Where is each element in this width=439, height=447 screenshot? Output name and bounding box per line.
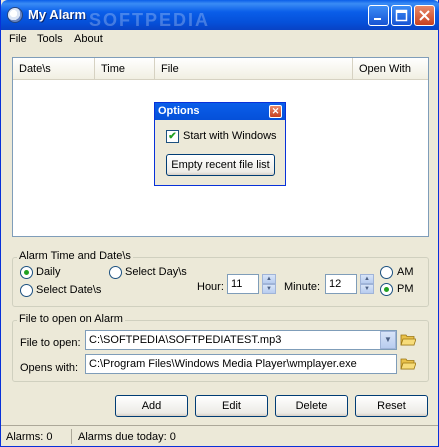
alarms-count: Alarms: 0	[6, 431, 53, 443]
pm-label: PM	[397, 283, 414, 295]
minute-label: Minute:	[284, 281, 321, 293]
add-button[interactable]: Add	[115, 395, 188, 417]
menu-about[interactable]: About	[74, 33, 103, 45]
column-file[interactable]: File	[155, 58, 353, 80]
alarm-time-group-title: Alarm Time and Date\s	[17, 250, 133, 262]
hour-spinner[interactable]: ▲ ▼	[262, 274, 276, 294]
close-icon	[419, 10, 430, 21]
select-days-radio[interactable]	[109, 266, 122, 279]
main-window: My Alarm SOFTPEDIA File Tools About Date…	[0, 0, 439, 447]
minimize-icon	[374, 18, 381, 20]
maximize-icon	[395, 9, 408, 22]
folder-open-icon-2[interactable]	[400, 357, 416, 370]
options-title-bar[interactable]: Options ✕	[155, 103, 285, 120]
select-days-label: Select Day\s	[125, 266, 187, 278]
maximize-button[interactable]	[391, 5, 412, 26]
minute-down-icon[interactable]: ▼	[360, 284, 374, 294]
pm-radio[interactable]	[380, 283, 393, 296]
options-dialog: Options ✕ ✔ Start with Windows Empty rec…	[154, 102, 286, 186]
file-to-open-value: C:\SOFTPEDIA\SOFTPEDIATEST.mp3	[89, 334, 282, 346]
folder-open-icon[interactable]	[400, 333, 416, 346]
title-bar[interactable]: My Alarm SOFTPEDIA	[1, 0, 439, 30]
reset-button[interactable]: Reset	[355, 395, 428, 417]
options-title: Options	[158, 105, 200, 117]
file-group-title: File to open on Alarm	[17, 313, 125, 325]
start-with-windows-label: Start with Windows	[183, 130, 277, 142]
menu-file[interactable]: File	[9, 33, 27, 45]
opens-with-label: Opens with:	[20, 362, 79, 374]
minimize-button[interactable]	[368, 5, 389, 26]
chevron-down-icon: ▼	[384, 335, 392, 344]
daily-label: Daily	[36, 266, 61, 278]
select-dates-label: Select Date\s	[36, 284, 102, 296]
hour-input[interactable]: 11	[227, 274, 259, 294]
am-label: AM	[397, 266, 414, 278]
window-title: My Alarm	[28, 7, 87, 22]
column-time[interactable]: Time	[95, 58, 155, 80]
delete-button[interactable]: Delete	[275, 395, 348, 417]
minute-up-icon[interactable]: ▲	[360, 274, 374, 284]
menu-bar: File Tools About	[4, 30, 437, 48]
list-header: Date\s Time File Open With	[13, 58, 428, 80]
column-open-with[interactable]: Open With	[353, 58, 428, 80]
select-dates-radio[interactable]	[20, 284, 33, 297]
softpedia-watermark: SOFTPEDIA	[89, 10, 211, 30]
file-dropdown-button[interactable]: ▼	[380, 331, 396, 349]
alarm-clock-icon	[7, 7, 23, 23]
file-to-open-label: File to open:	[20, 337, 81, 349]
alarms-due-today: Alarms due today: 0	[78, 431, 176, 443]
am-radio[interactable]	[380, 266, 393, 279]
options-close-button[interactable]: ✕	[269, 105, 282, 118]
status-divider	[71, 429, 72, 444]
hour-up-icon[interactable]: ▲	[262, 274, 276, 284]
empty-recent-button[interactable]: Empty recent file list	[166, 154, 275, 176]
opens-with-input[interactable]: C:\Program Files\Windows Media Player\wm…	[85, 354, 397, 374]
column-dates[interactable]: Date\s	[13, 58, 95, 80]
hour-down-icon[interactable]: ▼	[262, 284, 276, 294]
hour-label: Hour:	[197, 281, 224, 293]
minute-input[interactable]: 12	[325, 274, 357, 294]
close-button[interactable]	[414, 5, 435, 26]
minute-spinner[interactable]: ▲ ▼	[360, 274, 374, 294]
start-with-windows-checkbox[interactable]: ✔	[166, 130, 179, 143]
menu-tools[interactable]: Tools	[37, 33, 63, 45]
daily-radio[interactable]	[20, 266, 33, 279]
file-to-open-combo[interactable]: C:\SOFTPEDIA\SOFTPEDIATEST.mp3	[85, 330, 397, 350]
edit-button[interactable]: Edit	[195, 395, 268, 417]
status-bar: Alarms: 0 Alarms due today: 0	[1, 425, 438, 446]
